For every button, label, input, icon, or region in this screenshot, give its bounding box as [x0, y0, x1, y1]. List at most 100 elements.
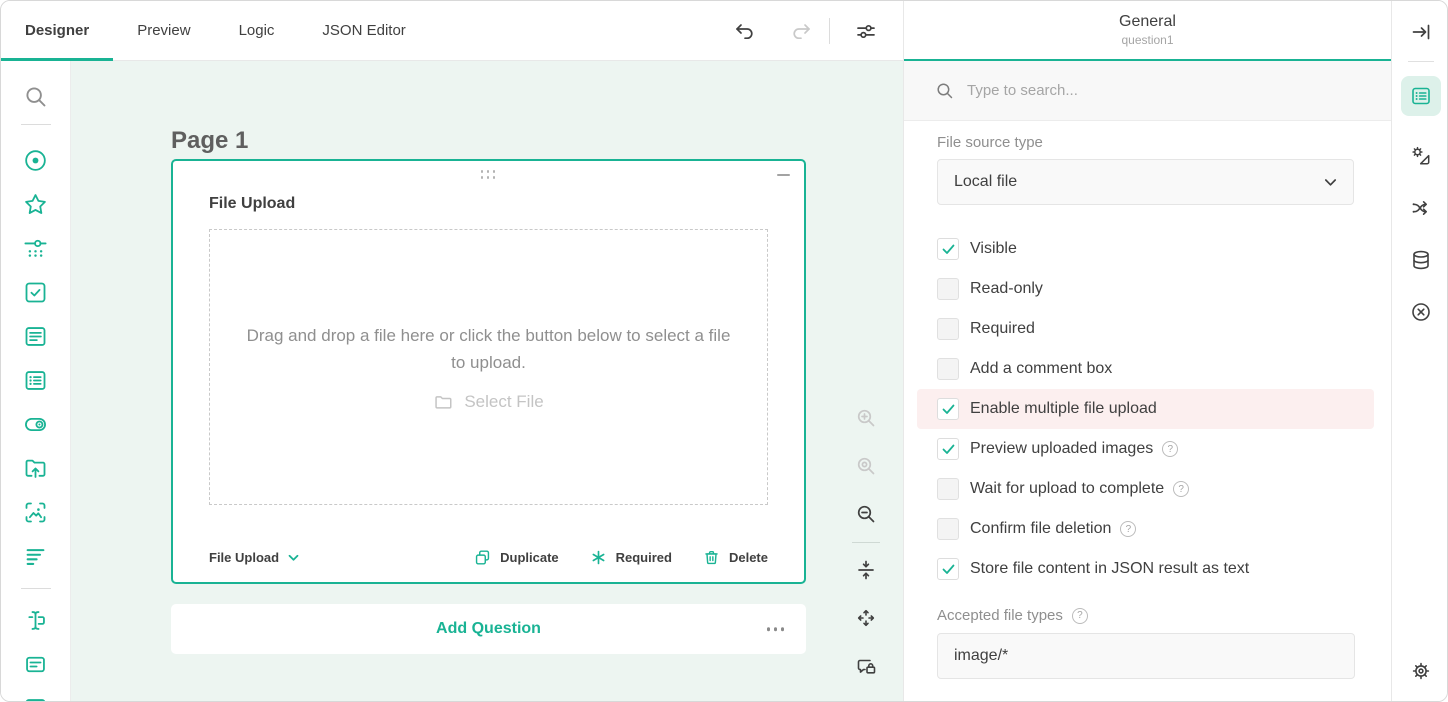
toolbox-item-boolean[interactable]	[14, 402, 58, 446]
redo-icon	[789, 18, 813, 45]
collapse-question-button[interactable]	[777, 174, 790, 176]
accepted-file-types-input[interactable]	[937, 633, 1355, 679]
checkbox-label: Enable multiple file upload	[970, 400, 1157, 418]
theme-tab[interactable]	[1409, 144, 1433, 168]
folder-icon	[433, 392, 454, 413]
add-question-more-menu[interactable]	[767, 627, 785, 631]
toolbox-item-panel[interactable]	[14, 686, 58, 701]
checkbox-label: Read-only	[970, 280, 1043, 298]
checkbox-row-required[interactable]: Required	[917, 309, 1374, 349]
drag-handle[interactable]	[481, 170, 497, 180]
toolbox-item-long-text[interactable]	[14, 642, 58, 686]
creator-preferences-button[interactable]	[1409, 659, 1433, 683]
file-dropzone[interactable]: Drag and drop a file here or click the b…	[209, 229, 768, 505]
tab-preview[interactable]: Preview	[113, 1, 214, 60]
panel-icon	[22, 695, 49, 702]
file-source-type-dropdown[interactable]: Local file	[937, 159, 1354, 205]
toolbox-item-radiogroup[interactable]	[14, 138, 58, 182]
toolbox-item-ranking[interactable]	[14, 534, 58, 578]
toolbox-item-multiselect-dropdown[interactable]	[14, 314, 58, 358]
circle-cross-tab[interactable]	[1409, 300, 1433, 324]
tab-json-editor-label: JSON Editor	[322, 22, 405, 39]
tab-designer[interactable]: Designer	[1, 1, 113, 60]
image-picker-icon	[22, 499, 49, 526]
question-card-file-upload[interactable]: File Upload Drag and drop a file here or…	[171, 159, 806, 584]
property-search-bar[interactable]	[904, 61, 1391, 121]
theme-icon	[1409, 144, 1433, 168]
question-type-selector[interactable]: File Upload	[209, 550, 299, 565]
property-panel-title: General	[1119, 13, 1176, 31]
checkbox-row-wait-for-upload[interactable]: Wait for upload to complete ?	[917, 469, 1374, 509]
property-panel-header[interactable]: General question1	[904, 1, 1391, 61]
zoom-default-button[interactable]	[854, 454, 878, 478]
database-tab[interactable]	[1409, 248, 1433, 272]
expand-surface-button[interactable]	[854, 606, 878, 630]
toolbox-item-dropdown[interactable]	[14, 226, 58, 270]
redo-button[interactable]	[789, 19, 813, 43]
help-icon[interactable]: ?	[1072, 608, 1088, 624]
tab-logic[interactable]: Logic	[215, 1, 299, 60]
check-icon	[942, 444, 955, 455]
required-toggle-button[interactable]: Required	[589, 548, 672, 567]
checkbox-label: Preview uploaded images	[970, 440, 1153, 458]
matrix-icon	[22, 367, 49, 394]
checkbox	[937, 558, 959, 580]
circle-cross-icon	[1409, 300, 1433, 324]
checkbox	[937, 518, 959, 540]
toolbox-item-single-line-input[interactable]	[14, 598, 58, 642]
tab-json-editor[interactable]: JSON Editor	[298, 1, 429, 60]
check-icon	[942, 564, 955, 575]
add-question-label: Add Question	[436, 620, 541, 638]
undo-button[interactable]	[733, 19, 757, 43]
duplicate-label: Duplicate	[500, 550, 559, 565]
collapse-all-button[interactable]	[854, 558, 878, 582]
checkbox-icon	[22, 279, 49, 306]
zoom-default-icon	[854, 454, 878, 478]
toolbox-item-rating[interactable]	[14, 182, 58, 226]
select-file-button[interactable]: Select File	[433, 392, 543, 413]
property-grid-tab[interactable]	[1401, 76, 1441, 116]
add-question-button[interactable]: Add Question	[171, 604, 806, 654]
toolbox-search-button[interactable]	[14, 74, 58, 118]
checkbox-row-confirm-file-deletion[interactable]: Confirm file deletion ?	[917, 509, 1374, 549]
zoom-in-icon	[854, 406, 878, 430]
delete-button[interactable]: Delete	[702, 548, 768, 567]
checkbox-row-read-only[interactable]: Read-only	[917, 269, 1374, 309]
help-icon[interactable]: ?	[1120, 521, 1136, 537]
toolbox-item-file-upload[interactable]	[14, 446, 58, 490]
question-type-label: File Upload	[209, 550, 279, 565]
tab-designer-label: Designer	[25, 22, 89, 39]
checkbox-row-enable-multiple-file-upload[interactable]: Enable multiple file upload	[917, 389, 1374, 429]
checkbox-row-visible[interactable]: Visible	[917, 229, 1374, 269]
collapse-panel-button[interactable]	[1409, 20, 1433, 44]
toolbox-item-image-picker[interactable]	[14, 490, 58, 534]
property-panel-content: File source type Local file Visible Read…	[904, 121, 1391, 701]
toolbar-actions	[733, 1, 878, 61]
checkbox-row-add-comment-box[interactable]: Add a comment box	[917, 349, 1374, 389]
search-icon	[934, 80, 955, 101]
surface-tools	[852, 406, 880, 701]
toolbox-item-checkboxes[interactable]	[14, 270, 58, 314]
toolbox-item-matrix[interactable]	[14, 358, 58, 402]
property-panel-subtitle: question1	[1121, 33, 1173, 47]
lock-questions-button[interactable]	[854, 654, 878, 678]
help-icon[interactable]: ?	[1162, 441, 1178, 457]
help-icon[interactable]: ?	[1173, 481, 1189, 497]
page-title[interactable]: Page 1	[171, 127, 903, 155]
duplicate-button[interactable]: Duplicate	[473, 548, 559, 567]
checkbox	[937, 318, 959, 340]
file-source-type-value: Local file	[954, 173, 1017, 191]
checkbox-row-store-file-content[interactable]: Store file content in JSON result as tex…	[917, 549, 1374, 589]
zoom-out-button[interactable]	[854, 502, 878, 526]
logic-tab[interactable]	[1409, 196, 1433, 220]
zoom-in-button[interactable]	[854, 406, 878, 430]
question-title[interactable]: File Upload	[209, 195, 768, 213]
file-source-type-label: File source type	[937, 134, 1374, 151]
property-search-input[interactable]	[967, 82, 1267, 99]
ranking-icon	[22, 543, 49, 570]
creator-settings-button[interactable]	[854, 19, 878, 43]
checkbox-row-preview-uploaded-images[interactable]: Preview uploaded images ?	[917, 429, 1374, 469]
checkbox-label: Add a comment box	[970, 360, 1112, 378]
property-checkbox-list: Visible Read-only Required Add a comment…	[917, 229, 1374, 589]
toolbox-divider	[21, 588, 51, 589]
